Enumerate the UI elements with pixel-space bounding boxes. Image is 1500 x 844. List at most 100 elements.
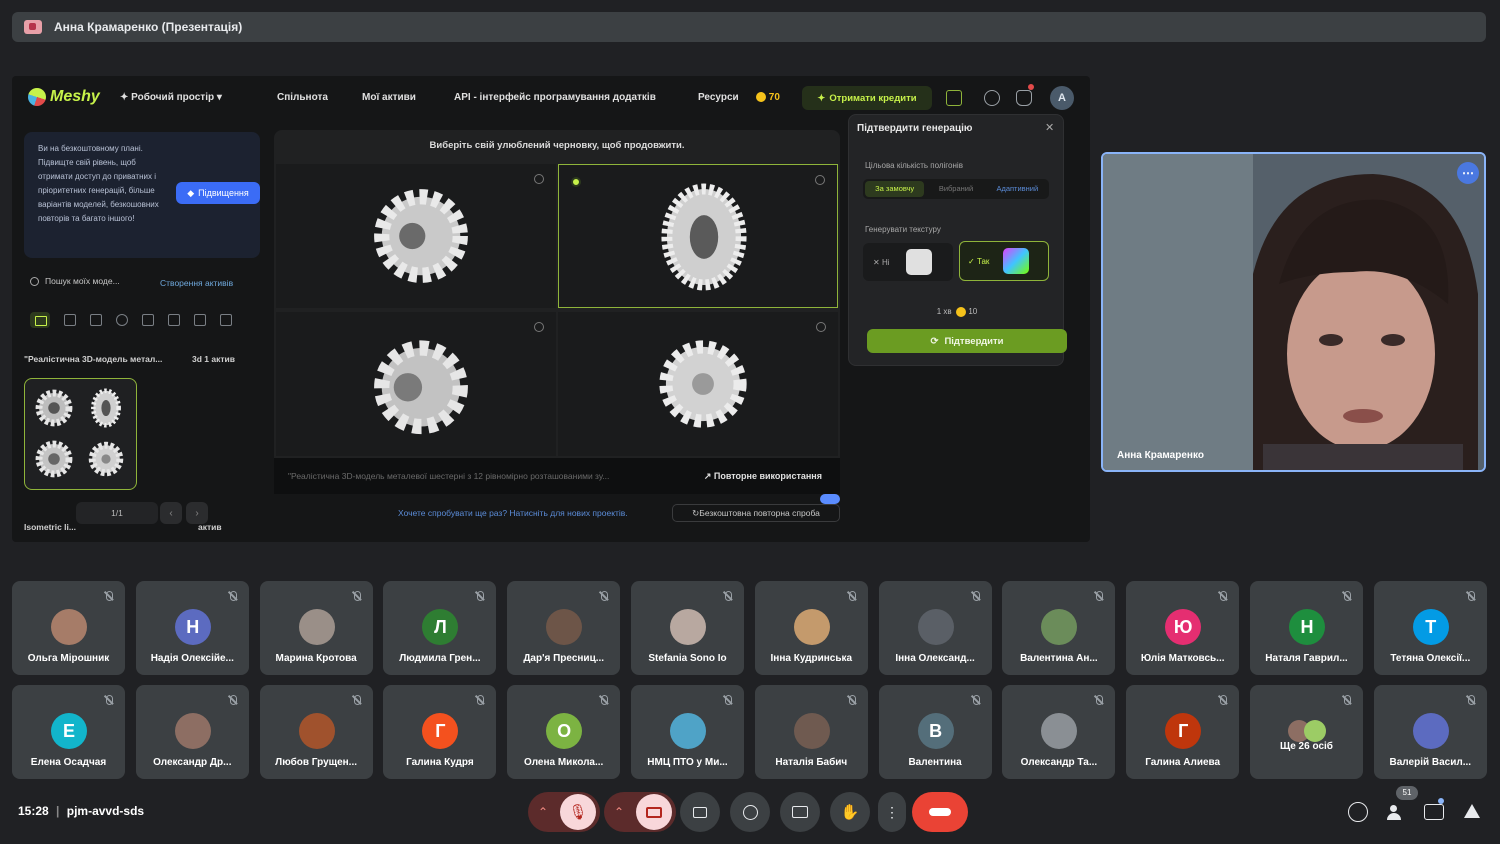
mic-off-icon [1344,695,1351,705]
seg-default[interactable]: За замовчу [865,181,925,197]
people-icon[interactable] [1386,802,1406,822]
draft-2-selected[interactable] [558,164,838,308]
nav-my-assets[interactable]: Мої активи [362,92,416,103]
draft-4[interactable] [558,312,838,456]
workspace-label: Робочий простір [131,92,215,103]
create-asset-link[interactable]: Створення активів [160,278,233,288]
camera-options-icon[interactable]: ⌃ [614,805,624,819]
participant-tile[interactable]: Валерій Васил... [1373,685,1487,779]
prev-page-button[interactable]: ‹ [160,502,182,524]
nav-resources[interactable]: Ресурси [698,92,739,103]
participant-tile[interactable]: Інна Олександ... [878,581,992,675]
gift-icon[interactable] [946,90,962,106]
emoji-button[interactable] [730,792,770,832]
more-options-button[interactable]: ⋮ [878,792,906,832]
participant-tile[interactable]: Любов Грущен... [259,685,373,779]
participant-tile[interactable]: Ю Юлія Матковсь... [1126,581,1240,675]
draft-1[interactable] [276,164,556,308]
participant-tile[interactable]: Г Галина Кудря [383,685,497,779]
participant-tile[interactable]: Н Наталя Гаврил... [1250,581,1363,675]
present-button[interactable] [780,792,820,832]
speaker-video-tile[interactable]: Анна Крамаренко ⋯ [1101,152,1486,472]
mic-options-icon[interactable]: ⌃ [538,805,548,819]
participant-tile[interactable]: Н Надія Олексійе... [135,581,249,675]
thread-count-2[interactable]: актив [198,522,222,532]
bell-icon[interactable] [1016,90,1032,106]
thread-thumbnail[interactable] [24,378,137,490]
chat-icon[interactable] [1424,804,1444,820]
camera-off-icon[interactable] [636,794,672,830]
retry-link[interactable]: Хочете спробувати ще раз? Натисніть для … [398,508,628,518]
participant-tile[interactable]: Ще 26 осіб [1250,685,1363,779]
activities-icon[interactable] [1462,802,1482,822]
draft-3[interactable] [276,312,556,456]
close-icon[interactable]: ✕ [1045,121,1054,134]
list-icon[interactable] [90,314,102,326]
workspace-menu[interactable]: ✦ Робочий простір ▾ [120,92,222,103]
zoom-icon[interactable] [816,322,826,332]
more-options-icon[interactable]: ⋯ [1457,162,1479,184]
thread-count[interactable]: 3d 1 актив [192,354,235,364]
zoom-icon[interactable] [815,175,825,185]
help-icon[interactable] [984,90,1000,106]
reuse-button[interactable]: ↗ Повторне використання [704,471,822,482]
participant-name: Елена Осадчая [30,757,107,768]
search-input[interactable]: Пошук моїх моде... [45,276,120,286]
thread-title[interactable]: "Реалістична 3D-модель метал... [24,354,162,364]
seg-adaptive[interactable]: Адаптивний [988,181,1047,197]
asset-search[interactable]: Пошук моїх моде... [30,276,120,286]
participant-tile[interactable]: Валентина Ан... [1002,581,1116,675]
participant-tile[interactable]: Л Людмила Грен... [383,581,497,675]
participant-tile[interactable]: Т Тетяна Олексії... [1373,581,1487,675]
participant-tile[interactable]: Stefania Sono Io [631,581,744,675]
view-toolbar [30,312,232,328]
participant-tile[interactable]: Г Галина Алиева [1126,685,1240,779]
next-page-button[interactable]: › [186,502,208,524]
globe-icon[interactable] [116,314,128,326]
zoom-icon[interactable] [534,322,544,332]
expand-icon[interactable] [220,314,232,326]
grid-icon[interactable] [64,314,76,326]
nav-api[interactable]: API - інтерфейс програмування додатків [454,92,656,103]
presentation-icon [24,20,42,34]
participant-tile[interactable]: Наталія Бабич [754,685,868,779]
zoom-icon[interactable] [534,174,544,184]
confirm-button[interactable]: ⟳ Підтвердити [867,329,1067,353]
texture-no-label: ✕ Ні [873,257,890,267]
participant-tile[interactable]: Олександр Та... [1002,685,1116,779]
brush-icon[interactable] [168,314,180,326]
seg-selected[interactable]: Вибраний [926,181,985,197]
get-credits-button[interactable]: ✦ Отримати кредити [802,86,932,110]
captions-button[interactable] [680,792,720,832]
crop-icon[interactable] [194,314,206,326]
free-retry-button[interactable]: ↻ Безкоштовна повторна спроба [672,504,840,522]
participant-tile[interactable]: НМЦ ПТО у Ми... [631,685,744,779]
leave-call-button[interactable] [912,792,968,832]
participant-tile[interactable]: Е Елена Осадчая [12,685,125,779]
folder-icon[interactable] [30,312,50,328]
participant-tile[interactable]: В Валентина [878,685,992,779]
user-avatar[interactable]: A [1050,86,1074,110]
box-icon[interactable] [142,314,154,326]
avatar [298,609,335,645]
upgrade-button[interactable]: ◆ Підвищення [176,182,260,204]
info-icon[interactable] [1348,802,1368,822]
thread-title-2[interactable]: Isometric li... [24,522,76,532]
nav-community[interactable]: Спільнота [277,92,328,103]
participant-tile[interactable]: Олександр Др... [135,685,249,779]
meshy-logo[interactable]: Meshy [28,88,100,106]
participant-tile[interactable]: О Олена Микола... [507,685,621,779]
participant-tile[interactable]: Дар'я Пресниц... [507,581,621,675]
participant-tile[interactable]: Інна Кудринська [754,581,868,675]
mic-off-icon [848,591,856,601]
mic-off-icon[interactable]: 🎙 [560,794,596,830]
avatar [670,713,706,749]
texture-no-option[interactable]: ✕ Ні [863,243,953,281]
participant-tile[interactable]: Марина Кротова [259,581,373,675]
raise-hand-button[interactable]: ✋ [830,792,870,832]
participant-tile[interactable]: Ольга Мірошник [12,581,125,675]
search-icon [30,276,39,286]
polycount-selector: За замовчу Вибраний Адаптивний [863,179,1049,199]
texture-yes-option[interactable]: ✓ Так [959,241,1049,281]
participant-name: Надія Олексійе... [150,653,234,664]
